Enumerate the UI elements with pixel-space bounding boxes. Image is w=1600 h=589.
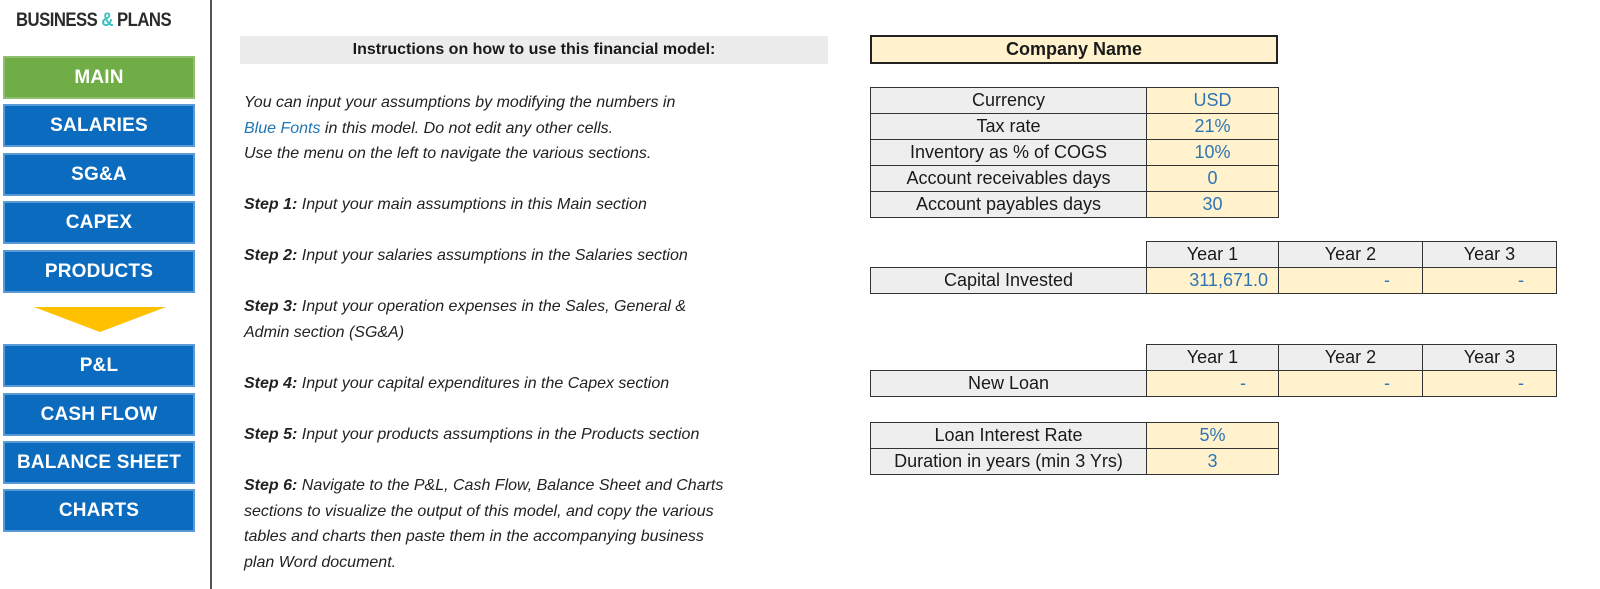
loan-year2-input[interactable]: - (1278, 370, 1423, 397)
nav-cash-flow-button[interactable]: CASH FLOW (3, 393, 195, 436)
capital-year3-input[interactable]: - (1422, 267, 1557, 294)
nav-charts-button[interactable]: CHARTS (3, 489, 195, 532)
year-header: Year 1 (1146, 344, 1279, 371)
table-row: Duration in years (min 3 Yrs) 3 (870, 448, 1279, 475)
loan-term-label: Loan Interest Rate (870, 422, 1147, 449)
logo-ampersand: & (101, 10, 113, 31)
nav-capex-button[interactable]: CAPEX (3, 201, 195, 244)
step-label: Step 2: (244, 247, 298, 264)
step-text: Input your salaries assumptions in the S… (297, 247, 688, 264)
table-header-row: Year 1 Year 2 Year 3 (871, 344, 1557, 371)
step-1: Step 1: Input your main assumptions in t… (244, 192, 647, 218)
step-text: Input your main assumptions in this Main… (297, 196, 647, 213)
logo-text: BUSINESS (16, 10, 102, 31)
loan-terms-table: Loan Interest Rate 5% Duration in years … (870, 422, 1279, 475)
step-label: Step 6: (244, 477, 298, 494)
loan-interest-rate-input[interactable]: 5% (1146, 422, 1279, 449)
step-label: Step 3: (244, 298, 298, 315)
table-row: New Loan - - - (870, 370, 1557, 397)
step-6: Step 6: Navigate to the P&L, Cash Flow, … (244, 473, 723, 575)
loan-duration-input[interactable]: 3 (1146, 448, 1279, 475)
loan-year3-input[interactable]: - (1422, 370, 1557, 397)
step-label: Step 1: (244, 196, 298, 213)
step-2: Step 2: Input your salaries assumptions … (244, 243, 688, 269)
assumption-label: Tax rate (870, 113, 1147, 140)
nav-pl-button[interactable]: P&L (3, 344, 195, 387)
blank-cell (871, 345, 1147, 371)
inventory-pct-input[interactable]: 10% (1146, 139, 1279, 166)
nav-products-button[interactable]: PRODUCTS (3, 250, 195, 293)
table-header-row: Year 1 Year 2 Year 3 (871, 241, 1557, 268)
nav-balance-sheet-button[interactable]: BALANCE SHEET (3, 441, 195, 484)
logo-text: PLANS (112, 10, 172, 31)
arrow-down-icon (34, 307, 166, 332)
nav-sga-button[interactable]: SG&A (3, 153, 195, 196)
step-text: sections to visualize the output of this… (244, 502, 714, 520)
capital-invested-label: Capital Invested (870, 267, 1147, 294)
table-row: Inventory as % of COGS 10% (870, 139, 1279, 166)
year-header: Year 1 (1146, 241, 1279, 268)
blue-fonts-text: Blue Fonts (244, 119, 321, 137)
table-row: Account receivables days 0 (870, 165, 1279, 192)
new-loan-label: New Loan (870, 370, 1147, 397)
intro-line: Use the menu on the left to navigate the… (244, 145, 652, 162)
step-text: tables and charts then paste them in the… (244, 528, 704, 545)
capital-year2-input[interactable]: - (1278, 267, 1423, 294)
company-name-field[interactable]: Company Name (870, 35, 1278, 64)
assumptions-table: Currency USD Tax rate 21% Inventory as %… (870, 87, 1279, 218)
nav-main-button[interactable]: MAIN (3, 56, 195, 99)
year-header: Year 3 (1422, 241, 1557, 268)
assumption-label: Inventory as % of COGS (870, 139, 1147, 166)
intro-text: in this model. Do not edit any other cel… (320, 119, 614, 137)
tax-rate-input[interactable]: 21% (1146, 113, 1279, 140)
new-loan-table: Year 1 Year 2 Year 3 New Loan - - - (870, 344, 1557, 397)
blank-cell (871, 242, 1147, 268)
assumption-label: Account payables days (870, 191, 1147, 218)
step-label: Step 4: (244, 375, 298, 392)
loan-term-label: Duration in years (min 3 Yrs) (870, 448, 1147, 475)
logo: BUSINESS & PLANS (16, 10, 172, 32)
capital-invested-table: Year 1 Year 2 Year 3 Capital Invested 31… (870, 241, 1557, 294)
table-row: Capital Invested 311,671.0 - - (870, 267, 1557, 294)
instructions-intro: You can input your assumptions by modify… (244, 90, 675, 167)
sidebar-nav: BUSINESS & PLANS MAIN SALARIES SG&A CAPE… (0, 0, 212, 589)
table-row: Tax rate 21% (870, 113, 1279, 140)
capital-year1-input[interactable]: 311,671.0 (1146, 267, 1279, 294)
intro-line: Blue Fonts in this model. Do not edit an… (244, 116, 675, 142)
payables-days-input[interactable]: 30 (1146, 191, 1279, 218)
step-4: Step 4: Input your capital expenditures … (244, 371, 669, 397)
step-5: Step 5: Input your products assumptions … (244, 422, 699, 448)
step-text: Input your products assumptions in the P… (297, 426, 700, 443)
receivables-days-input[interactable]: 0 (1146, 165, 1279, 192)
year-header: Year 2 (1278, 344, 1423, 371)
step-text: Admin section (SG&A) (244, 323, 405, 341)
instructions-header: Instructions on how to use this financia… (240, 36, 828, 64)
assumption-label: Currency (870, 87, 1147, 114)
table-row: Loan Interest Rate 5% (870, 422, 1279, 449)
step-text: Input your capital expenditures in the C… (297, 375, 670, 392)
step-text: Navigate to the P&L, Cash Flow, Balance … (297, 477, 724, 494)
table-row: Currency USD (870, 87, 1279, 114)
loan-year1-input[interactable]: - (1146, 370, 1279, 397)
table-row: Account payables days 30 (870, 191, 1279, 218)
currency-input[interactable]: USD (1146, 87, 1279, 114)
year-header: Year 2 (1278, 241, 1423, 268)
step-text: plan Word document. (244, 553, 397, 571)
step-text: Input your operation expenses in the Sal… (297, 298, 687, 315)
step-3: Step 3: Input your operation expenses in… (244, 294, 686, 345)
intro-line: You can input your assumptions by modify… (244, 94, 676, 111)
nav-salaries-button[interactable]: SALARIES (3, 104, 195, 147)
step-label: Step 5: (244, 426, 298, 443)
year-header: Year 3 (1422, 344, 1557, 371)
assumption-label: Account receivables days (870, 165, 1147, 192)
